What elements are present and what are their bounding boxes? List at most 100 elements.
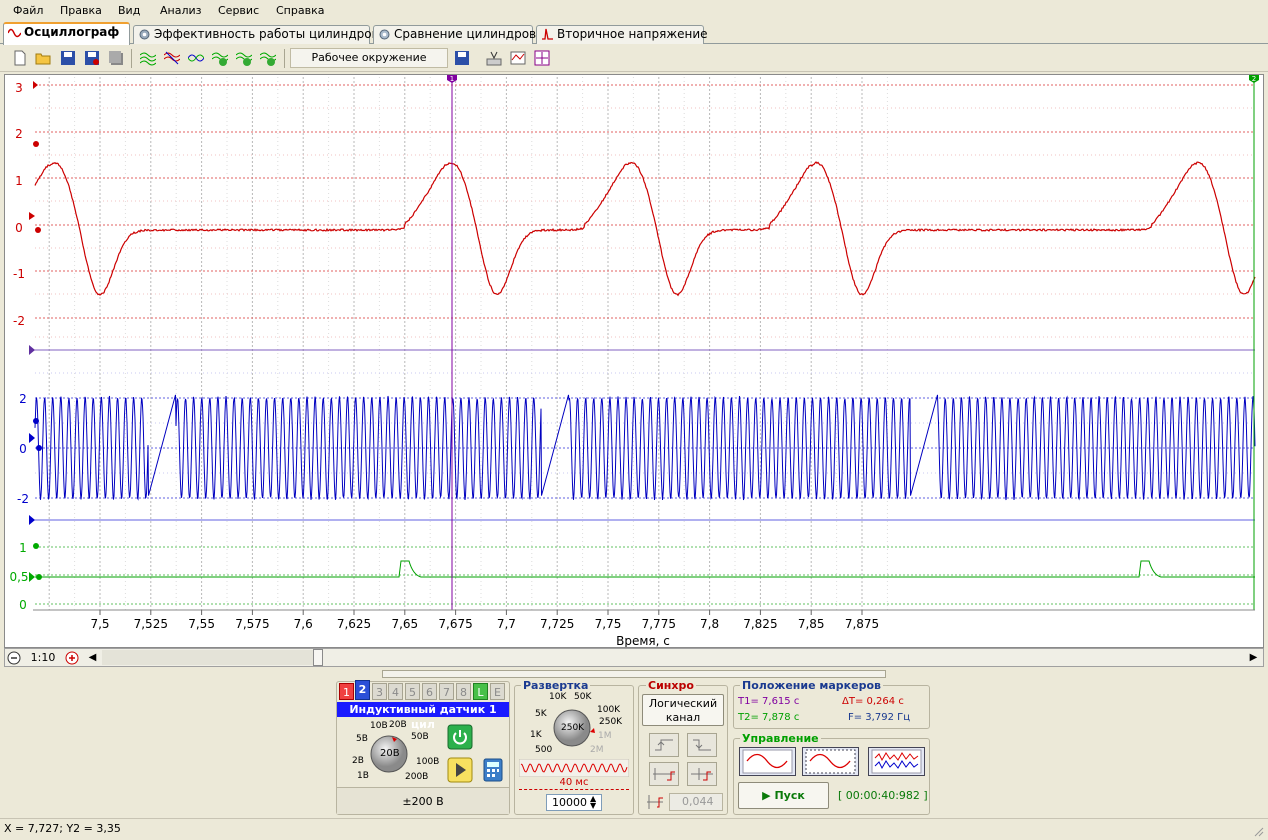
- rising-edge-icon[interactable]: [649, 733, 679, 757]
- save-workspace-icon[interactable]: [454, 50, 470, 66]
- marker-t2: T2= 7,878 с: [738, 712, 799, 723]
- ch1-axis: 3 2 1 0 -1 -2: [13, 81, 25, 328]
- play-channel-icon[interactable]: [447, 757, 473, 783]
- waveform-tool-5-icon[interactable]: [236, 50, 252, 66]
- save-icon[interactable]: [60, 50, 76, 66]
- trigger-level-input[interactable]: 0,044: [669, 793, 723, 811]
- trigger-level-value: 0,044: [682, 795, 714, 808]
- scroll-right-button[interactable]: ▶: [1246, 650, 1261, 665]
- ch1-trigger-marker[interactable]: [29, 212, 35, 220]
- menu-help[interactable]: Справка: [276, 4, 324, 17]
- trigger-pre-icon[interactable]: [649, 762, 679, 786]
- power-icon[interactable]: [447, 724, 473, 750]
- falling-edge-icon[interactable]: [687, 733, 717, 757]
- scroll-track-left[interactable]: [102, 650, 320, 665]
- ch1-level-marker[interactable]: [33, 141, 39, 147]
- ch2-bottom-marker[interactable]: [29, 515, 35, 525]
- ch2-tick: 0: [19, 442, 27, 456]
- menu-edit[interactable]: Правка: [60, 4, 102, 17]
- ch3-trigger-marker[interactable]: [29, 572, 35, 582]
- ch1-tick: 0: [15, 221, 23, 235]
- tab-secondary-voltage[interactable]: Вторичное напряжение: [536, 25, 704, 44]
- sweep-knob-value: 250K: [561, 723, 584, 733]
- oscilloscope-plot[interactable]: 3 2 1 0 -1 -2 2 0 -2 1 0,5 0 1 2 7,5 7,5…: [5, 75, 1263, 647]
- time-scrollbar[interactable]: 1:10 ◀ ▶: [4, 648, 1264, 667]
- tab-oscilloscope[interactable]: Осциллограф: [3, 22, 130, 45]
- zoom-in-icon[interactable]: [65, 651, 79, 665]
- scroll-left-button[interactable]: ◀: [85, 650, 100, 665]
- voltage-knob-label: 100В: [416, 757, 439, 767]
- waveform-tool-1-icon[interactable]: [140, 50, 156, 66]
- waveform-tool-2-icon[interactable]: [164, 50, 180, 66]
- resize-grip[interactable]: [1252, 825, 1264, 837]
- panel-splitter[interactable]: [382, 670, 886, 678]
- x-tick-label: 7,7: [497, 617, 516, 631]
- channel-5-button[interactable]: 5: [405, 683, 420, 700]
- tab-cylinder-efficiency[interactable]: Эффективность работы цилиндров: [133, 25, 370, 44]
- ch3-level-marker[interactable]: [33, 543, 39, 549]
- waveform-tool-6-icon[interactable]: [260, 50, 276, 66]
- ch2-top-marker[interactable]: [29, 345, 35, 355]
- single-mode-icon[interactable]: [739, 747, 796, 776]
- channel-6-button[interactable]: 6: [422, 683, 437, 700]
- menu-file[interactable]: Файл: [13, 4, 43, 17]
- channel-4-button[interactable]: 4: [388, 683, 403, 700]
- scroll-mode-icon[interactable]: [868, 747, 925, 776]
- points-spinner[interactable]: ▲ ▼: [590, 795, 596, 809]
- ch2-axis: 2 0 -2: [17, 392, 29, 506]
- x-tick-label: 7,65: [391, 617, 418, 631]
- channel-1-button[interactable]: 1: [339, 683, 354, 700]
- tab-label: Сравнение цилиндров: [394, 27, 536, 41]
- chart-view-icon[interactable]: [510, 50, 526, 66]
- tab-cylinder-compare[interactable]: Сравнение цилиндров: [373, 25, 533, 44]
- new-file-icon[interactable]: [12, 50, 28, 66]
- sweep-knob-label: 1K: [530, 730, 542, 740]
- menu-service[interactable]: Сервис: [218, 4, 259, 17]
- range-label: ±200 В: [402, 795, 443, 808]
- scroll-thumb[interactable]: [313, 649, 323, 666]
- fit-view-icon[interactable]: [534, 50, 550, 66]
- ch2-tick: 2: [19, 392, 27, 406]
- save-as-icon[interactable]: [84, 50, 100, 66]
- sync-mode-dropdown[interactable]: Логический канал: [642, 694, 724, 726]
- channel-7-button[interactable]: 7: [439, 683, 454, 700]
- channel-E-button[interactable]: E: [490, 683, 505, 700]
- ch1-tick: 2: [15, 127, 23, 141]
- zoom-out-icon[interactable]: [7, 651, 21, 665]
- menu-bar: Файл Правка Вид Анализ Сервис Справка: [0, 0, 1268, 22]
- ch2-trigger-marker[interactable]: [29, 433, 35, 443]
- channel-L-button[interactable]: L: [473, 683, 488, 700]
- sweep-knob-label: 250K: [599, 717, 622, 727]
- sensor-name[interactable]: Индуктивный датчик 1 цил: [337, 702, 509, 717]
- menu-analysis[interactable]: Анализ: [160, 4, 202, 17]
- ch3-tick: 0: [19, 598, 27, 612]
- status-bar: X = 7,727; Y2 = 3,35: [0, 818, 1268, 840]
- calculator-icon[interactable]: [480, 757, 506, 783]
- save-all-icon[interactable]: [108, 50, 124, 66]
- measure-tool-icon[interactable]: [486, 50, 502, 66]
- marker-1-label: 1: [450, 75, 454, 83]
- channel-8-button[interactable]: 8: [456, 683, 471, 700]
- sweep-knob-label: 1M: [598, 731, 612, 741]
- tab-label: Вторичное напряжение: [557, 27, 708, 41]
- timer: [ 00:00:40:982 ]: [838, 789, 928, 802]
- waveform-tool-4-icon[interactable]: [212, 50, 228, 66]
- range-selector[interactable]: ±200 В: [337, 787, 509, 814]
- channel-3-button[interactable]: 3: [372, 683, 387, 700]
- oscilloscope-view[interactable]: 3 2 1 0 -1 -2 2 0 -2 1 0,5 0 1 2 7,5 7,5…: [4, 74, 1264, 648]
- workspace-dropdown[interactable]: Рабочее окружение: [290, 48, 448, 68]
- voltage-knob-label: 200В: [405, 772, 428, 782]
- start-button[interactable]: ▶ Пуск: [738, 782, 829, 809]
- x-tick-label: 7,5: [90, 617, 109, 631]
- sweep-knob-label: 2M: [590, 745, 604, 755]
- waveform-tool-3-icon[interactable]: [188, 50, 204, 66]
- normal-mode-icon[interactable]: [802, 747, 859, 776]
- x-tick-label: 7,575: [235, 617, 269, 631]
- menu-view[interactable]: Вид: [118, 4, 140, 17]
- channel-2-button[interactable]: 2: [355, 680, 370, 700]
- open-folder-icon[interactable]: [35, 50, 51, 66]
- waveform-icon: [8, 26, 21, 39]
- ch1-zero-marker[interactable]: [35, 227, 41, 233]
- ch1-top-marker[interactable]: [33, 81, 38, 89]
- trigger-post-icon[interactable]: [687, 762, 717, 786]
